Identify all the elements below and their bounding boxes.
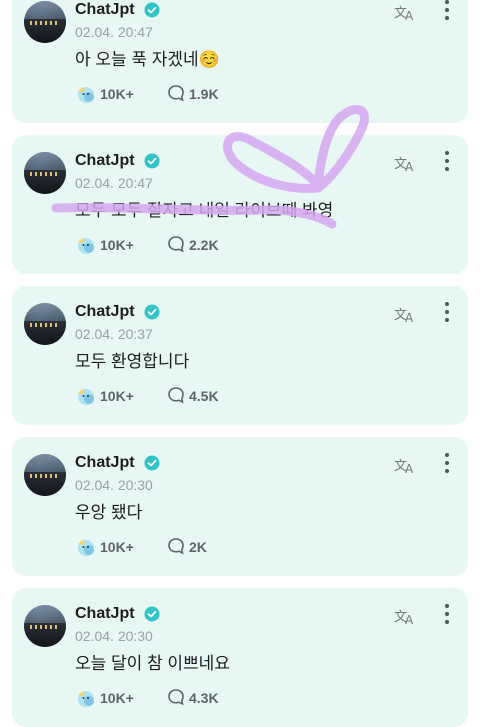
post-timestamp: 02.04. 20:37: [75, 326, 153, 342]
translate-icon[interactable]: 文A: [394, 2, 418, 22]
verified-badge-icon: [144, 2, 160, 18]
post-card[interactable]: ChatJpt 02.04. 20:47 文A 모두 모두 잘자고 내일 라이브…: [12, 135, 468, 274]
svg-text:A: A: [405, 160, 414, 173]
more-vertical-icon[interactable]: [444, 302, 450, 324]
comment-count: 2K: [189, 539, 207, 555]
comment-bubble-icon[interactable]: [167, 386, 185, 404]
author-name[interactable]: ChatJpt: [75, 604, 135, 624]
reaction-count: 10K+: [100, 690, 134, 706]
more-vertical-icon[interactable]: [444, 151, 450, 173]
more-vertical-icon[interactable]: [444, 604, 450, 626]
comment-count: 2.2K: [189, 237, 219, 253]
comment-bubble-icon[interactable]: [167, 84, 185, 102]
author-name[interactable]: ChatJpt: [75, 151, 135, 171]
translate-icon[interactable]: 文A: [394, 153, 418, 173]
verified-badge-icon: [144, 153, 160, 169]
reaction-count: 10K+: [100, 86, 134, 102]
avatar[interactable]: [24, 303, 66, 345]
reaction-count: 10K+: [100, 237, 134, 253]
post-card[interactable]: ChatJpt 02.04. 20:47 文A 아 오늘 푹 자겠네☺️ 10K…: [12, 0, 468, 123]
reaction-emoji-icon[interactable]: [75, 234, 97, 256]
svg-text:A: A: [405, 9, 414, 22]
author-name[interactable]: ChatJpt: [75, 453, 135, 473]
verified-badge-icon: [144, 606, 160, 622]
author-name[interactable]: ChatJpt: [75, 302, 135, 322]
svg-text:A: A: [405, 462, 414, 475]
translate-icon[interactable]: 文A: [394, 606, 418, 626]
post-message: 모두 환영합니다: [75, 352, 190, 371]
post-feed: ChatJpt 02.04. 20:47 文A 아 오늘 푹 자겠네☺️ 10K…: [0, 0, 480, 727]
comment-count: 4.3K: [189, 690, 219, 706]
reaction-emoji-icon[interactable]: [75, 83, 97, 105]
post-timestamp: 02.04. 20:47: [75, 24, 153, 40]
verified-badge-icon: [144, 304, 160, 320]
avatar[interactable]: [24, 454, 66, 496]
post-message: 모두 모두 잘자고 내일 라이브때 봐영: [75, 201, 334, 220]
translate-icon[interactable]: 文A: [394, 304, 418, 324]
avatar[interactable]: [24, 152, 66, 194]
avatar[interactable]: [24, 1, 66, 43]
more-vertical-icon[interactable]: [444, 0, 450, 22]
comment-bubble-icon[interactable]: [167, 688, 185, 706]
post-card[interactable]: ChatJpt 02.04. 20:30 文A 우앙 됐다 10K+ 2K: [12, 437, 468, 576]
author-name[interactable]: ChatJpt: [75, 0, 135, 20]
verified-badge-icon: [144, 455, 160, 471]
post-timestamp: 02.04. 20:30: [75, 628, 153, 644]
translate-icon[interactable]: 文A: [394, 455, 418, 475]
comment-count: 4.5K: [189, 388, 219, 404]
more-vertical-icon[interactable]: [444, 453, 450, 475]
avatar[interactable]: [24, 605, 66, 647]
reaction-emoji-icon[interactable]: [75, 385, 97, 407]
reaction-emoji-icon[interactable]: [75, 687, 97, 709]
svg-text:A: A: [405, 613, 414, 626]
post-timestamp: 02.04. 20:30: [75, 477, 153, 493]
reaction-count: 10K+: [100, 388, 134, 404]
post-card[interactable]: ChatJpt 02.04. 20:30 文A 오늘 달이 참 이쁘네요 10K…: [12, 588, 468, 727]
post-timestamp: 02.04. 20:47: [75, 175, 153, 191]
post-card[interactable]: ChatJpt 02.04. 20:37 文A 모두 환영합니다 10K+ 4.…: [12, 286, 468, 425]
post-message: 오늘 달이 참 이쁘네요: [75, 654, 230, 673]
comment-bubble-icon[interactable]: [167, 537, 185, 555]
comment-count: 1.9K: [189, 86, 219, 102]
reaction-emoji-icon[interactable]: [75, 536, 97, 558]
post-message: 아 오늘 푹 자겠네☺️: [75, 50, 220, 69]
comment-bubble-icon[interactable]: [167, 235, 185, 253]
svg-text:A: A: [405, 311, 414, 324]
post-message: 우앙 됐다: [75, 503, 143, 522]
reaction-count: 10K+: [100, 539, 134, 555]
